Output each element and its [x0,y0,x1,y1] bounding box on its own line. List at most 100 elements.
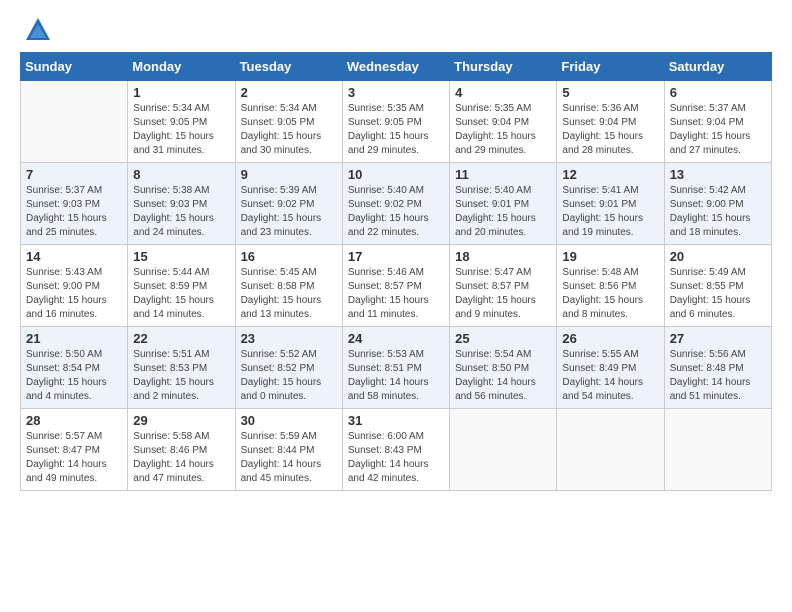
calendar-cell: 30 Sunrise: 5:59 AM Sunset: 8:44 PM Dayli… [235,409,342,491]
day-number: 27 [670,331,766,346]
calendar-cell: 26 Sunrise: 5:55 AM Sunset: 8:49 PM Dayli… [557,327,664,409]
day-number: 28 [26,413,122,428]
page: SundayMondayTuesdayWednesdayThursdayFrid… [0,0,792,612]
calendar-header-row: SundayMondayTuesdayWednesdayThursdayFrid… [21,53,772,81]
day-number: 1 [133,85,229,100]
day-info: Sunrise: 5:35 AM Sunset: 9:05 PM Dayligh… [348,102,444,158]
day-info: Sunrise: 5:43 AM Sunset: 9:00 PM Dayligh… [26,266,122,322]
day-info: Sunrise: 5:45 AM Sunset: 8:58 PM Dayligh… [241,266,337,322]
day-header: Wednesday [342,53,449,81]
calendar-cell: 21 Sunrise: 5:50 AM Sunset: 8:54 PM Dayli… [21,327,128,409]
day-info: Sunrise: 5:52 AM Sunset: 8:52 PM Dayligh… [241,348,337,404]
calendar-cell: 25 Sunrise: 5:54 AM Sunset: 8:50 PM Dayli… [450,327,557,409]
day-number: 7 [26,167,122,182]
calendar-cell [450,409,557,491]
day-header: Thursday [450,53,557,81]
day-info: Sunrise: 5:41 AM Sunset: 9:01 PM Dayligh… [562,184,658,240]
day-number: 23 [241,331,337,346]
calendar-cell: 23 Sunrise: 5:52 AM Sunset: 8:52 PM Dayli… [235,327,342,409]
day-info: Sunrise: 5:34 AM Sunset: 9:05 PM Dayligh… [241,102,337,158]
calendar-cell: 20 Sunrise: 5:49 AM Sunset: 8:55 PM Dayli… [664,245,771,327]
day-number: 15 [133,249,229,264]
calendar-cell: 16Sunrise: 5:45 AM Sunset: 8:58 PM Dayli… [235,245,342,327]
calendar-cell: 12 Sunrise: 5:41 AM Sunset: 9:01 PM Dayli… [557,163,664,245]
day-info: Sunrise: 5:53 AM Sunset: 8:51 PM Dayligh… [348,348,444,404]
day-number: 29 [133,413,229,428]
calendar-cell: 14 Sunrise: 5:43 AM Sunset: 9:00 PM Dayli… [21,245,128,327]
calendar-week-row: 21 Sunrise: 5:50 AM Sunset: 8:54 PM Dayli… [21,327,772,409]
day-header: Saturday [664,53,771,81]
day-info: Sunrise: 5:42 AM Sunset: 9:00 PM Dayligh… [670,184,766,240]
calendar-week-row: 28 Sunrise: 5:57 AM Sunset: 8:47 PM Dayli… [21,409,772,491]
logo [20,16,52,44]
calendar-cell: 9 Sunrise: 5:39 AM Sunset: 9:02 PM Daylig… [235,163,342,245]
day-number: 3 [348,85,444,100]
day-number: 10 [348,167,444,182]
calendar-cell: 15 Sunrise: 5:44 AM Sunset: 8:59 PM Dayli… [128,245,235,327]
day-info: Sunrise: 5:57 AM Sunset: 8:47 PM Dayligh… [26,430,122,486]
day-info: Sunrise: 5:46 AM Sunset: 8:57 PM Dayligh… [348,266,444,322]
day-info: Sunrise: 5:47 AM Sunset: 8:57 PM Dayligh… [455,266,551,322]
calendar-cell: 11 Sunrise: 5:40 AM Sunset: 9:01 PM Dayli… [450,163,557,245]
day-number: 25 [455,331,551,346]
day-header: Friday [557,53,664,81]
calendar-cell: 28 Sunrise: 5:57 AM Sunset: 8:47 PM Dayli… [21,409,128,491]
calendar-cell: 17Sunrise: 5:46 AM Sunset: 8:57 PM Dayli… [342,245,449,327]
day-info: Sunrise: 5:51 AM Sunset: 8:53 PM Dayligh… [133,348,229,404]
day-number: 18 [455,249,551,264]
day-number: 9 [241,167,337,182]
logo-icon [24,16,52,44]
day-number: 21 [26,331,122,346]
day-number: 5 [562,85,658,100]
calendar-cell: 29Sunrise: 5:58 AM Sunset: 8:46 PM Dayli… [128,409,235,491]
day-info: Sunrise: 5:39 AM Sunset: 9:02 PM Dayligh… [241,184,337,240]
day-info: Sunrise: 5:54 AM Sunset: 8:50 PM Dayligh… [455,348,551,404]
day-number: 11 [455,167,551,182]
day-info: Sunrise: 5:59 AM Sunset: 8:44 PM Dayligh… [241,430,337,486]
calendar-week-row: 14 Sunrise: 5:43 AM Sunset: 9:00 PM Dayli… [21,245,772,327]
day-number: 19 [562,249,658,264]
calendar-cell: 5 Sunrise: 5:36 AM Sunset: 9:04 PM Daylig… [557,81,664,163]
calendar-cell: 1 Sunrise: 5:34 AM Sunset: 9:05 PM Daylig… [128,81,235,163]
day-info: Sunrise: 5:44 AM Sunset: 8:59 PM Dayligh… [133,266,229,322]
calendar-cell: 27Sunrise: 5:56 AM Sunset: 8:48 PM Dayli… [664,327,771,409]
day-info: Sunrise: 5:48 AM Sunset: 8:56 PM Dayligh… [562,266,658,322]
day-number: 14 [26,249,122,264]
day-header: Monday [128,53,235,81]
day-number: 30 [241,413,337,428]
day-header: Tuesday [235,53,342,81]
day-info: Sunrise: 5:40 AM Sunset: 9:01 PM Dayligh… [455,184,551,240]
day-number: 31 [348,413,444,428]
calendar-cell: 10 Sunrise: 5:40 AM Sunset: 9:02 PM Dayli… [342,163,449,245]
day-info: Sunrise: 5:34 AM Sunset: 9:05 PM Dayligh… [133,102,229,158]
calendar-cell: 7 Sunrise: 5:37 AM Sunset: 9:03 PM Daylig… [21,163,128,245]
calendar-cell: 4 Sunrise: 5:35 AM Sunset: 9:04 PM Daylig… [450,81,557,163]
day-number: 12 [562,167,658,182]
day-info: Sunrise: 5:40 AM Sunset: 9:02 PM Dayligh… [348,184,444,240]
calendar-cell: 8 Sunrise: 5:38 AM Sunset: 9:03 PM Daylig… [128,163,235,245]
calendar-cell: 2 Sunrise: 5:34 AM Sunset: 9:05 PM Daylig… [235,81,342,163]
calendar-cell: 3 Sunrise: 5:35 AM Sunset: 9:05 PM Daylig… [342,81,449,163]
day-number: 20 [670,249,766,264]
day-info: Sunrise: 5:49 AM Sunset: 8:55 PM Dayligh… [670,266,766,322]
day-number: 4 [455,85,551,100]
day-info: Sunrise: 5:38 AM Sunset: 9:03 PM Dayligh… [133,184,229,240]
calendar-cell: 22Sunrise: 5:51 AM Sunset: 8:53 PM Dayli… [128,327,235,409]
calendar-cell: 18 Sunrise: 5:47 AM Sunset: 8:57 PM Dayli… [450,245,557,327]
day-info: Sunrise: 5:36 AM Sunset: 9:04 PM Dayligh… [562,102,658,158]
day-header: Sunday [21,53,128,81]
calendar: SundayMondayTuesdayWednesdayThursdayFrid… [20,52,772,491]
day-info: Sunrise: 5:50 AM Sunset: 8:54 PM Dayligh… [26,348,122,404]
day-info: Sunrise: 5:37 AM Sunset: 9:04 PM Dayligh… [670,102,766,158]
day-number: 8 [133,167,229,182]
day-number: 2 [241,85,337,100]
day-number: 26 [562,331,658,346]
day-info: Sunrise: 5:55 AM Sunset: 8:49 PM Dayligh… [562,348,658,404]
calendar-cell [21,81,128,163]
day-info: Sunrise: 5:37 AM Sunset: 9:03 PM Dayligh… [26,184,122,240]
day-number: 24 [348,331,444,346]
day-info: Sunrise: 5:35 AM Sunset: 9:04 PM Dayligh… [455,102,551,158]
calendar-week-row: 1 Sunrise: 5:34 AM Sunset: 9:05 PM Daylig… [21,81,772,163]
calendar-cell [557,409,664,491]
day-info: Sunrise: 6:00 AM Sunset: 8:43 PM Dayligh… [348,430,444,486]
